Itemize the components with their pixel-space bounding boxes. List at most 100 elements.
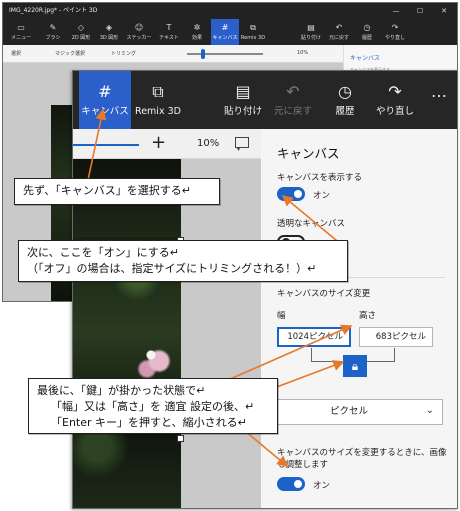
maximize-icon[interactable]: ☐ <box>411 3 429 19</box>
canvas-button[interactable]: # キャンバス <box>79 71 131 129</box>
history-label: 履歴 <box>335 106 355 117</box>
remix3d-icon: ⧉ <box>152 82 164 101</box>
magic-select-tool[interactable]: マジック選択 <box>55 50 85 57</box>
zoom-bar: + 10% <box>73 129 261 159</box>
history-tool-button[interactable]: ◷ 履歴 <box>353 19 381 45</box>
brush-tool-button[interactable]: ✎ ブラシ <box>39 19 67 45</box>
callout-step3-line2: 「幅」又は「高さ」を 適宜 設定の後、↵ <box>51 400 255 413</box>
height-input[interactable]: 683ピクセル <box>359 327 433 347</box>
paste-icon: ▤ <box>235 82 251 101</box>
width-label: 幅 <box>277 311 286 321</box>
paste-icon: ▤ <box>307 23 315 32</box>
more-button[interactable]: … <box>425 71 453 129</box>
canvas-tool-button[interactable]: # キャンバス <box>211 19 239 45</box>
resize-handle[interactable] <box>177 435 184 442</box>
canvas-panel: キャンバス キャンバスを表示する オン 透明なキャンバス キャンバスのサイズ変更… <box>261 129 457 508</box>
redo-tool-button[interactable]: ↷ やり直し <box>381 19 409 45</box>
unit-value: ピクセル <box>329 406 368 417</box>
zoom-in-icon[interactable]: + <box>151 132 166 153</box>
history-icon: ◷ <box>338 82 352 101</box>
sticker-icon: ☺ <box>134 23 144 32</box>
tool-label: 履歴 <box>361 35 372 41</box>
tool-label: やり直し <box>384 35 405 41</box>
text-tool-button[interactable]: T テキスト <box>155 19 183 45</box>
redo-button[interactable]: ↷ やり直し <box>373 71 417 129</box>
history-button[interactable]: ◷ 履歴 <box>323 71 367 129</box>
paste-tool-button[interactable]: ▤ 貼り付け <box>297 19 325 45</box>
zoomed-paint3d-window: # キャンバス ⧉ Remix 3D ▤ 貼り付け ↶ 元に戻す ◷ 履歴 ↷ … <box>72 70 458 509</box>
background-toolbar: ▭ メニュー ✎ ブラシ ◇ 2D 図形 ◈ 3D 図形 ☺ ステッカー T テキスト ✲ 効果 # キャンバ… <box>3 19 457 45</box>
more-icon: … <box>431 82 447 101</box>
tool-label: メニュー <box>10 35 31 41</box>
menu-icon: ▭ <box>17 23 25 32</box>
tool-label: Remix 3D <box>240 35 266 41</box>
tool-label: ブラシ <box>45 35 61 41</box>
brush-icon: ✎ <box>49 23 57 32</box>
remix3d-tool-button[interactable]: ⧉ Remix 3D <box>239 19 267 45</box>
resize-image-toggle[interactable] <box>277 477 305 491</box>
tool-label: 効果 <box>191 35 202 41</box>
tool-label: テキスト <box>159 35 179 41</box>
callout-step3-line1: 最後に、「鍵」が掛かった状態で↵ <box>37 384 206 397</box>
view-mode-icon[interactable] <box>235 137 249 153</box>
background-zoom-value: 10% <box>297 50 309 56</box>
main-toolbar: # キャンバス ⧉ Remix 3D ▤ 貼り付け ↶ 元に戻す ◷ 履歴 ↷ … <box>73 71 457 129</box>
callout-step2-line2: （「オフ」の場合は、指定サイズにトリミングされる！）↵ <box>27 262 317 275</box>
tool-label: キャンバス <box>212 35 238 41</box>
canvas-icon: # <box>221 23 229 32</box>
lock-aspect-button[interactable]: 🔒︎ <box>343 355 367 377</box>
3d-shapes-tool-button[interactable]: ◈ 3D 図形 <box>95 19 123 45</box>
crop-tool[interactable]: トリミング <box>111 50 136 57</box>
menu-tool-button[interactable]: ▭ メニュー <box>7 19 35 45</box>
width-input[interactable]: 1024ピクセル <box>277 327 351 347</box>
text-icon: T <box>166 23 172 32</box>
undo-icon: ↶ <box>335 23 343 32</box>
zoom-level: 10% <box>197 138 220 149</box>
transparent-canvas-label: 透明なキャンバス <box>277 219 346 229</box>
remix3d-icon: ⧉ <box>250 23 256 32</box>
select-tool[interactable]: 選択 <box>11 50 21 57</box>
sticker-tool-button[interactable]: ☺ ステッカー <box>125 19 153 45</box>
paste-button[interactable]: ▤ 貼り付け <box>221 71 265 129</box>
callout-step1: 先ず、「キャンバス」を選択する↵ <box>14 178 220 205</box>
remix3d-label: Remix 3D <box>135 106 181 117</box>
background-panel-title: キャンバス <box>350 55 381 62</box>
close-icon[interactable]: ✕ <box>435 3 453 19</box>
show-canvas-state: オン <box>313 191 331 201</box>
3d-shapes-icon: ◈ <box>105 23 113 32</box>
2d-shapes-tool-button[interactable]: ◇ 2D 図形 <box>67 19 95 45</box>
effects-icon: ✲ <box>193 23 201 32</box>
undo-label: 元に戻す <box>273 106 312 117</box>
background-zoom-slider[interactable] <box>187 49 263 59</box>
effects-tool-button[interactable]: ✲ 効果 <box>183 19 211 45</box>
show-canvas-label: キャンバスを表示する <box>277 173 363 183</box>
callout-step2-line1: 次に、ここを「オン」にする↵ <box>27 246 179 259</box>
tool-label: 貼り付け <box>300 35 321 41</box>
background-subtoolbar: 選択 マジック選択 トリミング 10% <box>3 45 343 63</box>
redo-icon: ↷ <box>388 82 402 101</box>
tool-label: 3D 図形 <box>99 35 119 41</box>
resize-image-state: オン <box>313 481 331 491</box>
show-canvas-toggle[interactable] <box>277 187 305 201</box>
background-title-bar: IMG_4220R.jpg* - ペイント 3D — ☐ ✕ <box>3 3 457 19</box>
undo-icon: ↶ <box>286 82 300 101</box>
2d-shapes-icon: ◇ <box>77 23 85 32</box>
tool-label: 元に戻す <box>328 35 349 41</box>
unit-dropdown[interactable]: ピクセル ⌄ <box>277 399 443 425</box>
redo-label: やり直し <box>375 106 414 117</box>
callout-step3-line3: 「Enter キー」を押すと、縮小される↵ <box>51 416 247 429</box>
resize-image-label: キャンバスのサイズを変更するときに、画像も調整します <box>277 448 447 470</box>
chevron-down-icon: ⌄ <box>425 405 434 416</box>
callout-step1-text: 先ず、「キャンバス」を選択する↵ <box>23 184 191 197</box>
canvas-label: キャンバス <box>81 106 129 117</box>
lock-icon: 🔒︎ <box>351 359 359 373</box>
undo-button[interactable]: ↶ 元に戻す <box>271 71 315 129</box>
undo-tool-button[interactable]: ↶ 元に戻す <box>325 19 353 45</box>
resize-canvas-label: キャンバスのサイズ変更 <box>277 289 371 299</box>
remix3d-button[interactable]: ⧉ Remix 3D <box>131 71 185 129</box>
tool-label: 2D 図形 <box>71 35 91 41</box>
zoom-slider[interactable] <box>73 144 139 146</box>
minimize-icon[interactable]: — <box>387 3 405 19</box>
history-icon: ◷ <box>363 23 371 32</box>
redo-icon: ↷ <box>391 23 399 32</box>
